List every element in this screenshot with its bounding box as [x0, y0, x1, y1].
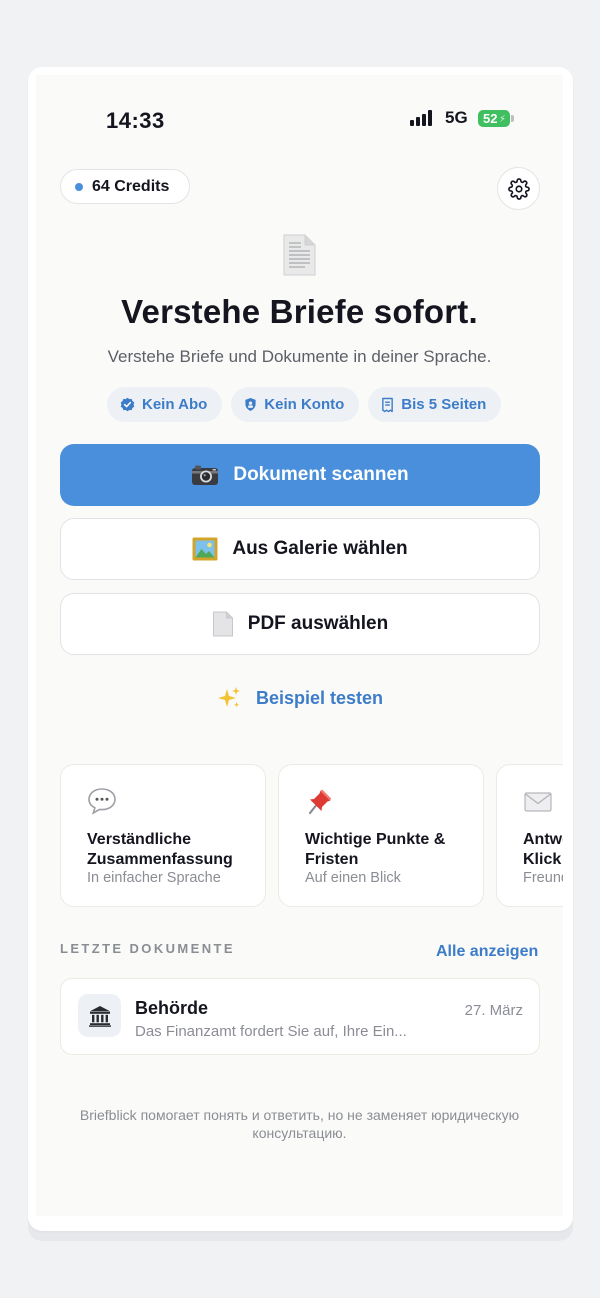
signal-icon	[410, 110, 436, 126]
feature-chips: Kein Abo Kein Konto Bis 5 Seiten	[107, 387, 502, 422]
sparkles-icon	[218, 687, 240, 708]
status-time: 14:33	[106, 108, 165, 133]
chip-label: Kein Konto	[264, 396, 345, 413]
battery-icon: 52 ⚡	[478, 110, 510, 127]
page-icon	[212, 611, 233, 637]
feature-title: Antwort mit einem Klick	[523, 831, 563, 868]
battery-tip	[511, 115, 514, 122]
chip-no-account: Kein Konto	[231, 387, 360, 422]
speech-bubble-icon	[88, 788, 116, 815]
choose-pdf-button[interactable]: PDF auswählen	[60, 593, 540, 655]
choose-from-gallery-label: Aus Galerie wählen	[232, 538, 408, 559]
camera-icon	[192, 465, 219, 485]
battery-level: 52	[483, 111, 498, 126]
feature-subtitle: Auf einen Blick	[305, 870, 401, 886]
chip-label: Kein Abo	[142, 396, 208, 413]
credits-label: 64 Credits	[92, 177, 170, 195]
recent-document-item[interactable]: Behörde 27. März Das Finanzamt fordert S…	[60, 978, 540, 1055]
page-title: Verstehe Briefe sofort.	[121, 293, 478, 330]
credits-badge[interactable]: 64 Credits	[60, 169, 190, 204]
scan-document-button[interactable]: Dokument scannen	[60, 444, 540, 506]
chip-page-limit: Bis 5 Seiten	[368, 387, 502, 422]
credits-dot-icon	[75, 182, 83, 191]
charging-bolt-icon: ⚡	[498, 114, 506, 125]
gear-icon	[507, 177, 530, 200]
network-type: 5G	[445, 108, 468, 127]
legal-disclaimer: Briefblick помогает понять и ответить, н…	[79, 1107, 520, 1141]
see-all-link[interactable]: Alle anzeigen	[436, 943, 538, 961]
scan-document-label: Dokument scannen	[233, 464, 409, 485]
chip-label: Bis 5 Seiten	[401, 396, 487, 413]
chip-no-subscription: Kein Abo	[107, 387, 223, 422]
feature-subtitle: In einfacher Sprache	[87, 870, 221, 886]
feature-subtitle: Freundlich formuliert	[523, 870, 563, 886]
device-frame-inner: 14:33 5G 52 ⚡ 64 Credits Verstehe Briefe…	[28, 67, 573, 1231]
choose-pdf-label: PDF auswählen	[247, 613, 389, 634]
document-snippet: Das Finanzamt fordert Sie auf, Ihre Ein.…	[135, 1023, 407, 1040]
feature-title: Wichtige Punkte & Fristen	[305, 831, 446, 868]
document-date: 27. März	[464, 1002, 523, 1019]
verified-badge-icon	[120, 397, 135, 412]
try-example-label: Beispiel testen	[256, 687, 384, 708]
app-screen: 14:33 5G 52 ⚡ 64 Credits Verstehe Briefe…	[36, 75, 563, 1216]
feature-card-summary[interactable]: Verständliche Zusammenfassung In einfach…	[60, 764, 266, 907]
government-building-icon	[78, 994, 121, 1037]
page-subtitle: Verstehe Briefe und Dokumente in deiner …	[107, 347, 492, 366]
feature-card-reply[interactable]: Antwort mit einem Klick Freundlich formu…	[496, 764, 563, 907]
document-icon	[283, 234, 316, 276]
try-example-link[interactable]: Beispiel testen	[216, 685, 383, 711]
feature-title: Verständliche Zusammenfassung	[87, 831, 233, 868]
pushpin-icon	[308, 789, 331, 815]
feature-card-deadlines[interactable]: Wichtige Punkte & Fristen Auf einen Blic…	[278, 764, 484, 907]
picture-frame-icon	[192, 537, 218, 561]
shield-icon	[245, 398, 256, 411]
receipt-icon	[382, 397, 394, 412]
settings-button[interactable]	[497, 167, 540, 210]
choose-from-gallery-button[interactable]: Aus Galerie wählen	[60, 518, 540, 580]
recent-documents-heading: LETZTE DOKUMENTE	[60, 941, 235, 956]
document-title: Behörde	[135, 998, 209, 1018]
envelope-icon	[524, 792, 552, 812]
